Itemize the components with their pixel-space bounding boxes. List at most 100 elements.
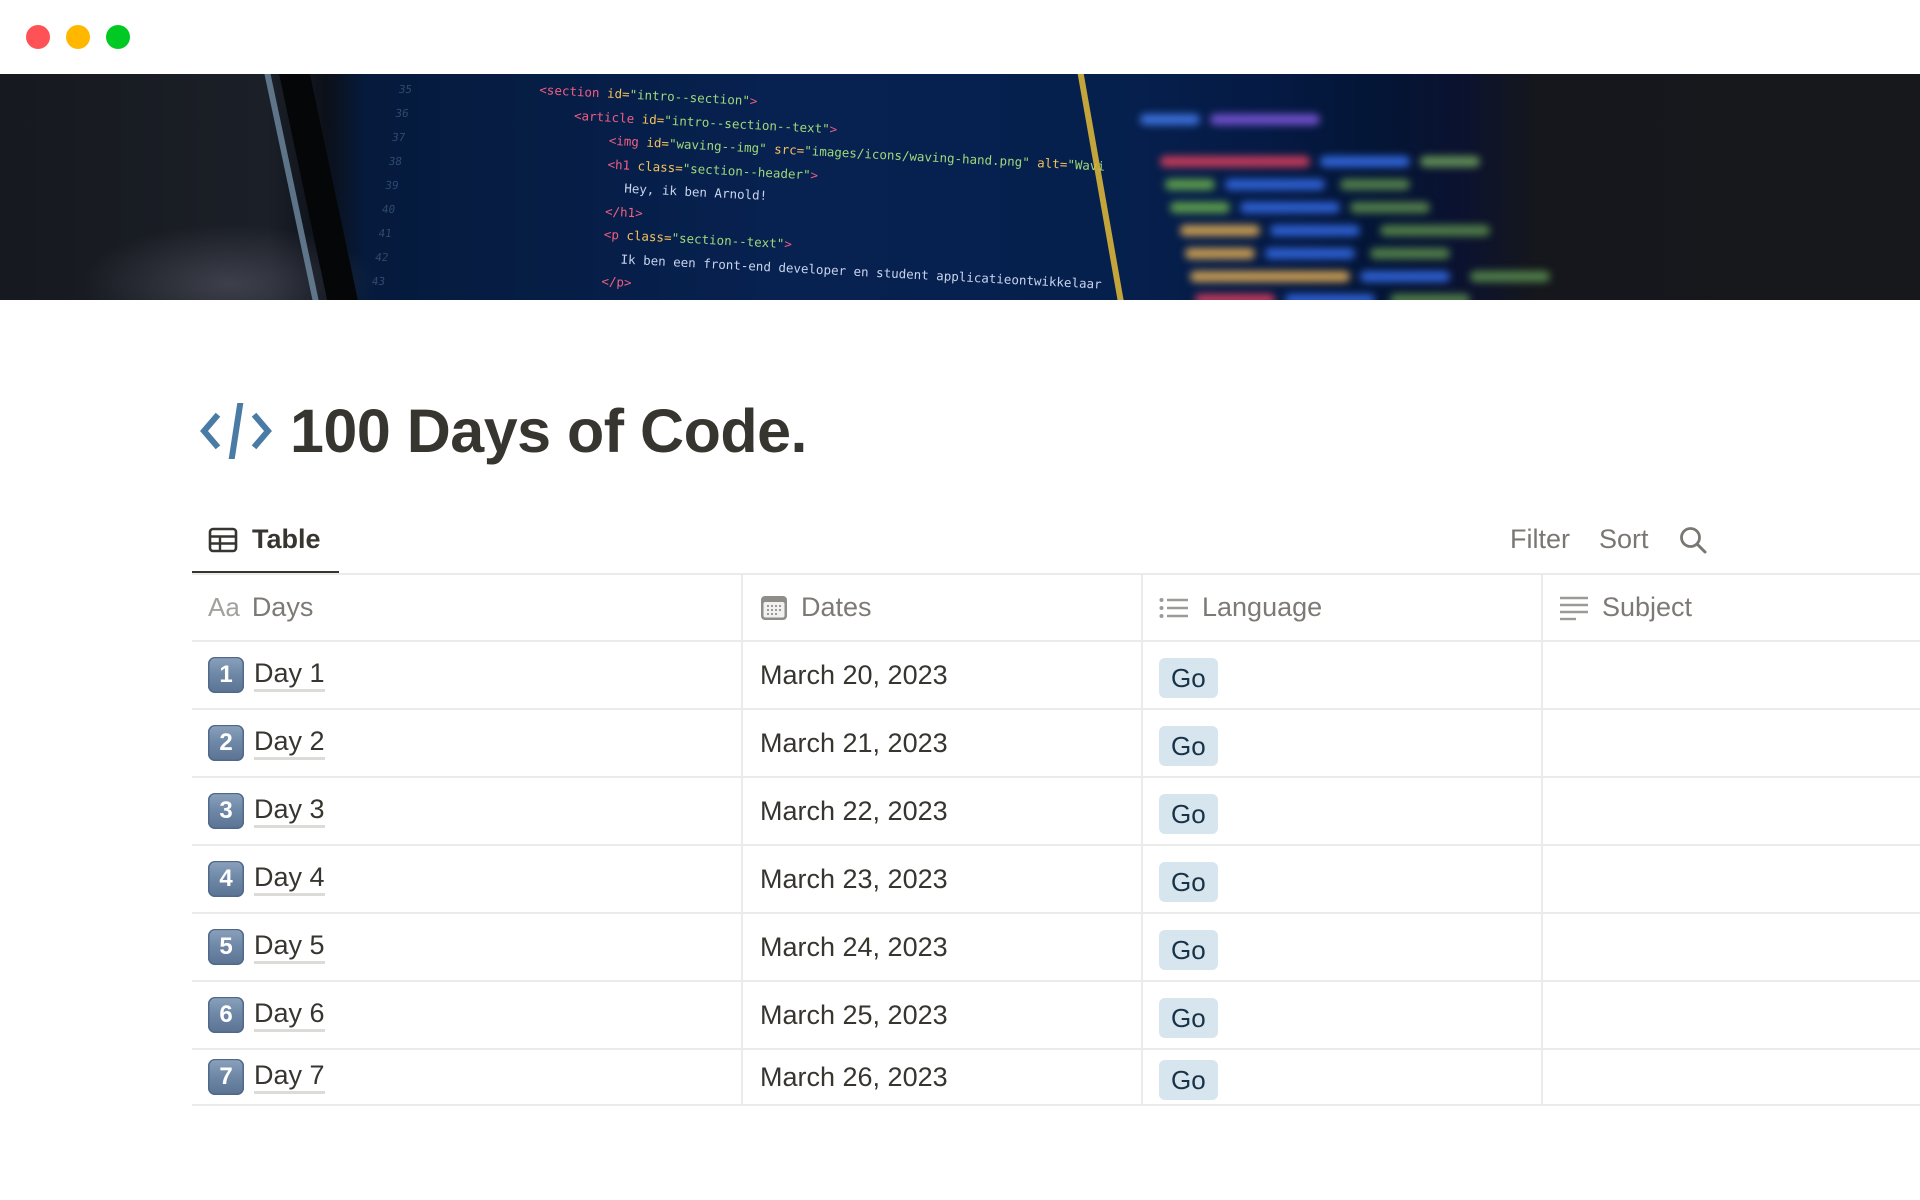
column-header-label: Language: [1202, 592, 1323, 622]
date-value: March 22, 2023: [760, 795, 948, 826]
cover-blurred-code: [1140, 104, 1560, 300]
cell-subject[interactable]: [1543, 982, 1920, 1048]
cover-line-number: 35: [397, 83, 413, 96]
cell-language[interactable]: Go: [1143, 914, 1543, 980]
cover-code-token: "intro--section": [629, 86, 751, 109]
window-titlebar: [0, 0, 1920, 74]
cell-date[interactable]: March 24, 2023: [743, 914, 1143, 980]
cell-subject[interactable]: [1543, 642, 1920, 708]
date-value: March 25, 2023: [760, 999, 948, 1030]
cell-days: 3 Day 3: [192, 778, 743, 844]
cell-days: 1 Day 1: [192, 642, 743, 708]
cell-subject[interactable]: [1543, 914, 1920, 980]
cover-code-text: <section id="intro--section"> <article id…: [529, 78, 1111, 300]
table-row[interactable]: 6 Day 6 March 25, 2023 Go: [192, 982, 1920, 1050]
tab-table-view[interactable]: Table: [192, 506, 339, 575]
date-value: March 21, 2023: [760, 727, 948, 758]
page-header: 100 Days of Code.: [200, 396, 807, 466]
cell-language[interactable]: Go: [1143, 1050, 1543, 1104]
search-icon[interactable]: [1678, 525, 1708, 555]
cell-language[interactable]: Go: [1143, 846, 1543, 912]
cover-code-token: id=: [599, 85, 630, 102]
language-tag: Go: [1159, 998, 1218, 1038]
page-link-day[interactable]: Day 2: [254, 726, 325, 760]
filter-button[interactable]: Filter: [1510, 524, 1570, 555]
table-row[interactable]: 4 Day 4 March 23, 2023 Go: [192, 846, 1920, 914]
zoom-window-button[interactable]: [106, 25, 130, 49]
cover-code-token: <img: [608, 132, 640, 150]
cover-image: 35 36 37 38 39 40 41 42 43 <section id="intro--s…: [0, 74, 1920, 300]
cover-line-number: 37: [391, 131, 407, 144]
language-tag: Go: [1159, 1060, 1218, 1100]
cover-code-token: id=: [638, 134, 670, 151]
cell-days: 5 Day 5: [192, 914, 743, 980]
title-aa-icon: Aa: [208, 592, 240, 622]
sort-button[interactable]: Sort: [1599, 524, 1649, 555]
column-header-days[interactable]: Aa Days: [192, 575, 743, 640]
column-header-language[interactable]: Language: [1143, 575, 1543, 640]
table-row[interactable]: 2 Day 2 March 21, 2023 Go: [192, 710, 1920, 778]
page-link-day[interactable]: Day 3: [254, 794, 325, 828]
table-icon: [208, 527, 238, 552]
cell-days: 7 Day 7: [192, 1050, 743, 1104]
cell-subject[interactable]: [1543, 710, 1920, 776]
cover-code-token: class=: [629, 157, 684, 176]
close-window-button[interactable]: [26, 25, 50, 49]
cell-language[interactable]: Go: [1143, 982, 1543, 1048]
table-row[interactable]: 5 Day 5 March 24, 2023 Go: [192, 914, 1920, 982]
page-link-day[interactable]: Day 1: [254, 658, 325, 692]
cover-line-number: 36: [394, 107, 410, 120]
table-header-row: Aa Days Dates Language Subject: [192, 575, 1920, 642]
keycap-number-icon: 1: [208, 657, 244, 693]
view-toolbar: Table Filter Sort: [192, 506, 1920, 575]
cell-subject[interactable]: [1543, 1050, 1920, 1104]
cover-line-number: 41: [377, 227, 393, 240]
cover-code-token: >: [783, 236, 793, 252]
cell-subject[interactable]: [1543, 846, 1920, 912]
keycap-number-icon: 6: [208, 997, 244, 1033]
cover-code-token: "section--header": [682, 160, 811, 182]
page-link-day[interactable]: Day 4: [254, 862, 325, 896]
cover-code-token: "waving--img": [668, 135, 768, 156]
column-header-subject[interactable]: Subject: [1543, 575, 1920, 640]
table-row[interactable]: 7 Day 7 March 26, 2023 Go: [192, 1050, 1920, 1106]
column-header-label: Days: [251, 592, 314, 622]
cell-date[interactable]: March 23, 2023: [743, 846, 1143, 912]
cell-days: 2 Day 2: [192, 710, 743, 776]
date-value: March 20, 2023: [760, 659, 948, 690]
cover-code-token: id=: [633, 110, 665, 128]
page-link-day[interactable]: Day 7: [254, 1060, 325, 1094]
keycap-number-icon: 4: [208, 861, 244, 897]
cover-code-token: <p: [603, 226, 620, 243]
column-header-dates[interactable]: Dates: [743, 575, 1143, 640]
cell-date[interactable]: March 20, 2023: [743, 642, 1143, 708]
page-link-day[interactable]: Day 5: [254, 930, 325, 964]
table-row[interactable]: 1 Day 1 March 20, 2023 Go: [192, 642, 1920, 710]
cell-date[interactable]: March 22, 2023: [743, 778, 1143, 844]
cell-subject[interactable]: [1543, 778, 1920, 844]
cell-date[interactable]: March 21, 2023: [743, 710, 1143, 776]
page-link-day[interactable]: Day 6: [254, 998, 325, 1032]
column-header-label: Subject: [1602, 592, 1693, 622]
page-title: 100 Days of Code.: [290, 397, 807, 465]
cover-code-token: <section: [539, 81, 600, 101]
cover-line-number: 43: [370, 275, 386, 288]
cover-code-token: class=: [618, 227, 672, 246]
tab-table-label: Table: [252, 524, 321, 554]
language-tag: Go: [1159, 794, 1218, 834]
date-value: March 24, 2023: [760, 931, 948, 962]
cell-language[interactable]: Go: [1143, 778, 1543, 844]
minimize-window-button[interactable]: [66, 25, 90, 49]
cell-language[interactable]: Go: [1143, 642, 1543, 708]
keycap-number-icon: 5: [208, 929, 244, 965]
keycap-number-icon: 2: [208, 725, 244, 761]
language-tag: Go: [1159, 930, 1218, 970]
keycap-number-icon: 3: [208, 793, 244, 829]
language-tag: Go: [1159, 658, 1218, 698]
multi-select-list-icon: [1159, 597, 1189, 619]
cell-date[interactable]: March 26, 2023: [743, 1050, 1143, 1104]
table-row[interactable]: 3 Day 3 March 22, 2023 Go: [192, 778, 1920, 846]
cell-language[interactable]: Go: [1143, 710, 1543, 776]
cell-date[interactable]: March 25, 2023: [743, 982, 1143, 1048]
cover-line-number: 39: [384, 179, 400, 192]
